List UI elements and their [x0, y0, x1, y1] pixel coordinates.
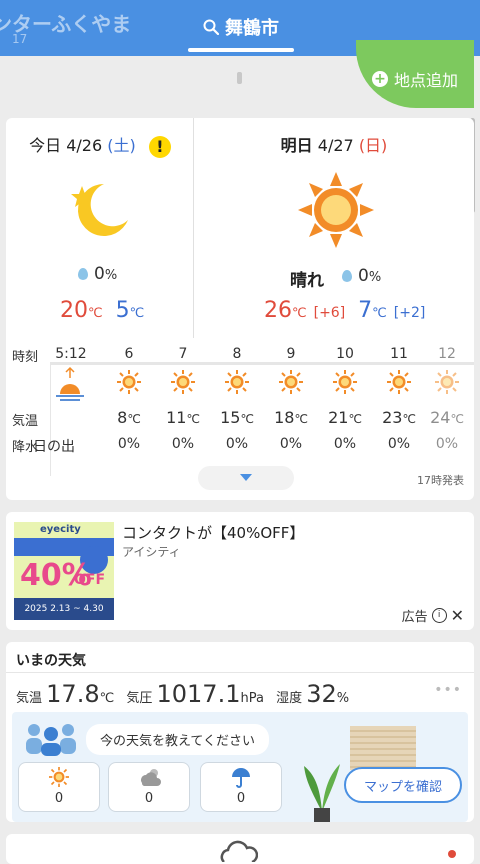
ad-off: OFF: [74, 572, 106, 588]
tomorrow-weather: 晴れ: [290, 271, 324, 291]
sun-icon: [117, 370, 141, 394]
hourly-vrule: [50, 362, 51, 476]
announce-time: 17時発表: [417, 474, 464, 487]
current-temp: 17.8: [46, 680, 100, 708]
sun-icon: [225, 370, 249, 394]
notification-dot: [448, 850, 456, 858]
tomorrow-panel: 明日 4/27 (日) 晴れ 0% 26℃ [+6] 7℃ [+2]: [194, 118, 474, 338]
window-illustration: [350, 726, 416, 770]
hourly-forecast[interactable]: 時刻 気温 降水 5:12 日の出 6 8℃ 0% 7 11℃ 0% 8 15℃…: [6, 340, 474, 480]
today-label: 今日: [29, 136, 62, 155]
more-options-icon[interactable]: •••: [434, 682, 462, 698]
ad-sponsor: アイシティ: [122, 545, 181, 559]
raindrop-icon: [342, 270, 352, 282]
ad-dates: 2025 2.13 ~ 4.30: [14, 598, 114, 620]
people-icon: [26, 724, 76, 756]
raindrop-icon: [78, 268, 88, 280]
tomorrow-high: 26: [264, 298, 292, 323]
forecast-card: 今日 4/26 (土) ! 0% 20℃ 5℃ 明日 4/27 (日) 晴れ 0…: [6, 118, 474, 500]
current-weather-card: いまの天気 気温 17.8℃ 気圧 1017.1hPa 湿度 32% ••• 今…: [6, 642, 474, 822]
report-rainy-button[interactable]: 0: [200, 762, 282, 812]
sun-icon: [279, 370, 303, 394]
tomorrow-date: 明日 4/27 (日): [194, 132, 474, 156]
plant-illustration: [304, 764, 340, 822]
tab-maizuru[interactable]: 舞鶴市: [188, 10, 294, 44]
today-weekday: (土): [107, 136, 136, 155]
current-humidity: 32: [306, 680, 337, 708]
add-location-button[interactable]: + 地点追加: [356, 40, 474, 108]
tab-underline: [188, 48, 294, 52]
sun-icon: [435, 370, 459, 394]
close-icon[interactable]: ✕: [451, 606, 464, 625]
alert-icon[interactable]: !: [148, 135, 171, 158]
report-prompt: 今の天気を教えてください: [86, 724, 269, 755]
prev-tab-sub: 17: [12, 32, 28, 46]
current-stats: 気温 17.8℃ 気圧 1017.1hPa 湿度 32%: [16, 680, 350, 708]
current-weather-heading: いまの天気: [16, 653, 86, 669]
current-pressure: 1017.1: [156, 680, 241, 708]
cloud-icon[interactable]: [218, 838, 258, 862]
today-panel: 今日 4/26 (土) ! 0% 20℃ 5℃: [6, 118, 194, 338]
hourly-rule: [50, 362, 474, 365]
eyecity-logo: eyecity: [40, 524, 81, 535]
sun-icon: [387, 370, 411, 394]
chevron-down-icon: [240, 474, 252, 481]
cloud-icon: [141, 769, 161, 786]
divider: [6, 672, 474, 673]
today-temps: 20℃ 5℃: [60, 298, 145, 323]
plus-icon: +: [371, 71, 388, 87]
ad-label-text: 広告: [401, 610, 428, 625]
search-icon: [203, 19, 219, 35]
report-cloudy-button[interactable]: 0: [108, 762, 190, 812]
sunrise-time: 5:12: [55, 346, 87, 362]
sunrise-label: 日の出: [33, 439, 75, 455]
add-location-label: 地点追加: [393, 71, 458, 90]
today-precip: 0%: [78, 264, 117, 284]
today-date-value: 4/26: [66, 136, 103, 155]
tomorrow-low-diff: [+2]: [393, 305, 426, 321]
temp-row-label: 気温: [12, 414, 39, 429]
info-icon[interactable]: i: [431, 608, 447, 623]
tomorrow-weekday: (日): [358, 136, 388, 155]
tomorrow-label: 明日: [280, 136, 313, 155]
tab-label: 舞鶴市: [225, 18, 279, 39]
tomorrow-temps: 26℃ [+6] 7℃ [+2]: [264, 298, 426, 323]
ad-title[interactable]: コンタクトが【40%OFF】: [122, 522, 304, 543]
expand-button[interactable]: [198, 466, 294, 490]
today-date: 今日 4/26 (土) !: [6, 132, 194, 158]
time-row-label: 時刻: [12, 350, 39, 365]
report-sunny-button[interactable]: 0: [18, 762, 100, 812]
tomorrow-date-value: 4/27: [317, 136, 354, 155]
drag-handle[interactable]: [237, 72, 242, 84]
report-count: 0: [54, 791, 64, 806]
tomorrow-precip: 0%: [342, 266, 381, 286]
sun-icon: [333, 370, 357, 394]
umbrella-icon: [232, 768, 250, 788]
ad-label[interactable]: 広告 i ✕: [402, 606, 464, 625]
check-map-button[interactable]: マップを確認: [344, 767, 462, 803]
tomorrow-low: 7: [358, 298, 373, 323]
moon-star-icon: [71, 184, 128, 236]
sun-icon: [49, 767, 69, 787]
today-high: 20: [60, 298, 88, 323]
report-count: 0: [144, 791, 154, 806]
sun-icon: [298, 172, 374, 248]
today-low: 5: [115, 298, 130, 323]
report-panel: 今の天気を教えてください 0 0 0 マップを確認: [12, 712, 468, 822]
ad-card[interactable]: eyecity 40% OFF 2025 2.13 ~ 4.30 コンタクトが【…: [6, 512, 474, 630]
sun-icon: [171, 370, 195, 394]
report-count: 0: [236, 791, 246, 806]
ad-image[interactable]: eyecity 40% OFF 2025 2.13 ~ 4.30: [14, 522, 114, 620]
sunrise-icon: [56, 366, 84, 401]
tomorrow-high-diff: [+6]: [313, 305, 346, 321]
